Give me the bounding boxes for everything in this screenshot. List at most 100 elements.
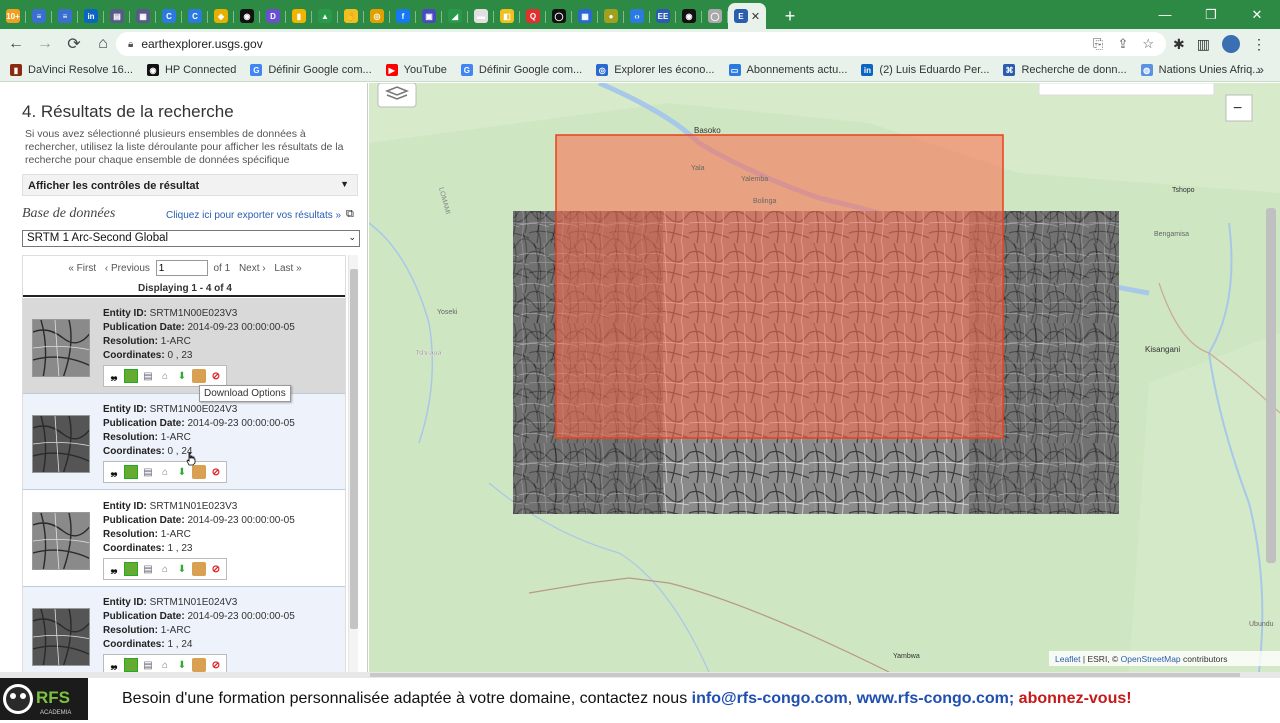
browser-tab[interactable]: ◯	[546, 3, 572, 29]
map-view[interactable]: Basoko Yala Yalemba Bolinga Yoseki Tshua…	[369, 83, 1280, 672]
browser-tab[interactable]: ▤	[104, 3, 130, 29]
profile-avatar[interactable]	[1222, 35, 1240, 53]
side-panel-icon[interactable]: ▥	[1197, 36, 1210, 53]
result-controls-toggle[interactable]: Afficher les contrôles de résultat ▼	[22, 174, 358, 196]
browser-tab[interactable]: 10+	[0, 3, 26, 29]
browser-tab[interactable]: ◢	[442, 3, 468, 29]
footprint-icon[interactable]: ❠	[107, 658, 121, 672]
pager-last[interactable]: Last »	[274, 263, 301, 274]
menu-kebab-icon[interactable]: ⋮	[1252, 36, 1266, 53]
dataset-select[interactable]: SRTM 1 Arc-Second Global ⌄	[22, 230, 360, 247]
bookmark-star-icon[interactable]: ☆	[1142, 36, 1154, 52]
footprint-highlight[interactable]	[555, 134, 1004, 439]
order-icon[interactable]	[192, 465, 206, 479]
browser-tab[interactable]: EE	[650, 3, 676, 29]
compare-icon[interactable]: ⌂	[158, 465, 172, 479]
result-row[interactable]: Entity ID: SRTM1N01E024V3 Publication Dat…	[23, 587, 345, 672]
result-row[interactable]: Entity ID: SRTM1N01E023V3 Publication Dat…	[23, 491, 345, 587]
metadata-icon[interactable]: ▤	[141, 562, 155, 576]
bookmark-item[interactable]: ◎ Explorer les écono...	[596, 64, 715, 76]
reload-icon[interactable]: ⟳	[61, 31, 87, 57]
bookmarks-more-icon[interactable]: »	[1257, 62, 1264, 77]
result-thumbnail[interactable]	[32, 415, 90, 473]
pager-first[interactable]: « First	[68, 263, 96, 274]
order-icon[interactable]	[192, 562, 206, 576]
results-scrollbar[interactable]	[348, 255, 358, 672]
extensions-icon[interactable]: ✱	[1173, 36, 1185, 53]
pager-next[interactable]: Next ›	[239, 263, 266, 274]
browser-tab[interactable]: ◉	[234, 3, 260, 29]
bookmark-item[interactable]: ▮ DaVinci Resolve 16...	[10, 64, 133, 76]
browser-tab[interactable]: ◆	[208, 3, 234, 29]
browser-tab[interactable]: ‹›	[624, 3, 650, 29]
bookmark-item[interactable]: G Définir Google com...	[460, 64, 582, 76]
bookmark-item[interactable]: ◍ Nations Unies Afriq...	[1140, 64, 1261, 76]
footprint-icon[interactable]: ❠	[107, 562, 121, 576]
home-icon[interactable]: ⌂	[90, 31, 116, 57]
footprint-icon[interactable]: ❠	[107, 465, 121, 479]
compare-icon[interactable]: ⌂	[158, 562, 172, 576]
browser-tab[interactable]: ◯	[702, 3, 728, 29]
browser-tab[interactable]: ▲	[312, 3, 338, 29]
metadata-icon[interactable]: ▤	[141, 658, 155, 672]
new-tab-button[interactable]: +	[780, 3, 800, 29]
page-number-input[interactable]	[155, 260, 208, 276]
browse-overlay-icon[interactable]	[124, 562, 138, 576]
exclude-icon[interactable]: ⊘	[209, 369, 223, 383]
maximize-button[interactable]: ❐	[1188, 0, 1234, 29]
result-thumbnail[interactable]	[32, 512, 90, 570]
osm-link[interactable]: OpenStreetMap	[1121, 654, 1181, 664]
close-window-button[interactable]: ✕	[1234, 0, 1280, 29]
pager-previous[interactable]: ‹ Previous	[105, 263, 150, 274]
promo-email[interactable]: info@rfs-congo.com	[692, 690, 848, 707]
exclude-icon[interactable]: ⊘	[209, 465, 223, 479]
metadata-icon[interactable]: ▤	[141, 369, 155, 383]
browser-tab[interactable]: ≡	[52, 3, 78, 29]
order-icon[interactable]	[192, 369, 206, 383]
browser-tab[interactable]: ▬	[468, 3, 494, 29]
bookmark-item[interactable]: ▭ Abonnements actu...	[728, 64, 847, 76]
browser-tab[interactable]: D	[260, 3, 286, 29]
bookmark-item[interactable]: G Définir Google com...	[250, 64, 372, 76]
browser-tab[interactable]: ▦	[130, 3, 156, 29]
minimize-button[interactable]: —	[1142, 0, 1188, 29]
back-icon[interactable]: ←	[3, 31, 29, 57]
browser-tab[interactable]: ▣	[416, 3, 442, 29]
download-icon[interactable]: ⬇	[175, 562, 189, 576]
browser-tab[interactable]: ◧	[494, 3, 520, 29]
result-row[interactable]: Entity ID: SRTM1N00E024V3 Publication Dat…	[23, 394, 345, 490]
map-search-box[interactable]	[1038, 83, 1215, 96]
promo-website[interactable]: www.rfs-congo.com;	[857, 690, 1015, 707]
bookmark-item[interactable]: ⌘ Recherche de donn...	[1003, 64, 1127, 76]
close-tab-icon[interactable]: ✕	[751, 10, 760, 23]
share-icon[interactable]: ⇪	[1117, 36, 1128, 52]
exclude-icon[interactable]: ⊘	[209, 658, 223, 672]
compare-icon[interactable]: ⌂	[158, 369, 172, 383]
browser-tab[interactable]: ✋	[338, 3, 364, 29]
download-icon[interactable]: ⬇	[175, 369, 189, 383]
metadata-icon[interactable]: ▤	[141, 465, 155, 479]
forward-icon[interactable]: →	[32, 31, 58, 57]
bookmark-item[interactable]: ◉ HP Connected	[146, 64, 236, 76]
browser-tab[interactable]: ≡	[26, 3, 52, 29]
browser-tab[interactable]: ◉	[676, 3, 702, 29]
map-scrollbar-thumb[interactable]	[1266, 208, 1276, 563]
result-thumbnail[interactable]	[32, 319, 90, 377]
browser-tab[interactable]: ▮	[286, 3, 312, 29]
order-icon[interactable]	[192, 658, 206, 672]
compare-icon[interactable]: ⌂	[158, 658, 172, 672]
download-icon[interactable]: ⬇	[175, 465, 189, 479]
exclude-icon[interactable]: ⊘	[209, 562, 223, 576]
browser-tab[interactable]: ▦	[572, 3, 598, 29]
url-bar[interactable]: 🔒︎ earthexplorer.usgs.gov ⎘ ⇪ ☆	[116, 32, 1166, 56]
browser-tab[interactable]: in	[78, 3, 104, 29]
browser-tab[interactable]: ◎	[364, 3, 390, 29]
browser-tab[interactable]: f	[390, 3, 416, 29]
result-row[interactable]: Entity ID: SRTM1N00E023V3 Publication Dat…	[23, 298, 345, 394]
result-thumbnail[interactable]	[32, 608, 90, 666]
external-link-icon[interactable]: ⧉	[346, 208, 354, 221]
browser-tab[interactable]: Q	[520, 3, 546, 29]
browse-overlay-icon[interactable]	[124, 369, 138, 383]
browser-tab[interactable]: ●	[598, 3, 624, 29]
browser-tab[interactable]: C	[182, 3, 208, 29]
